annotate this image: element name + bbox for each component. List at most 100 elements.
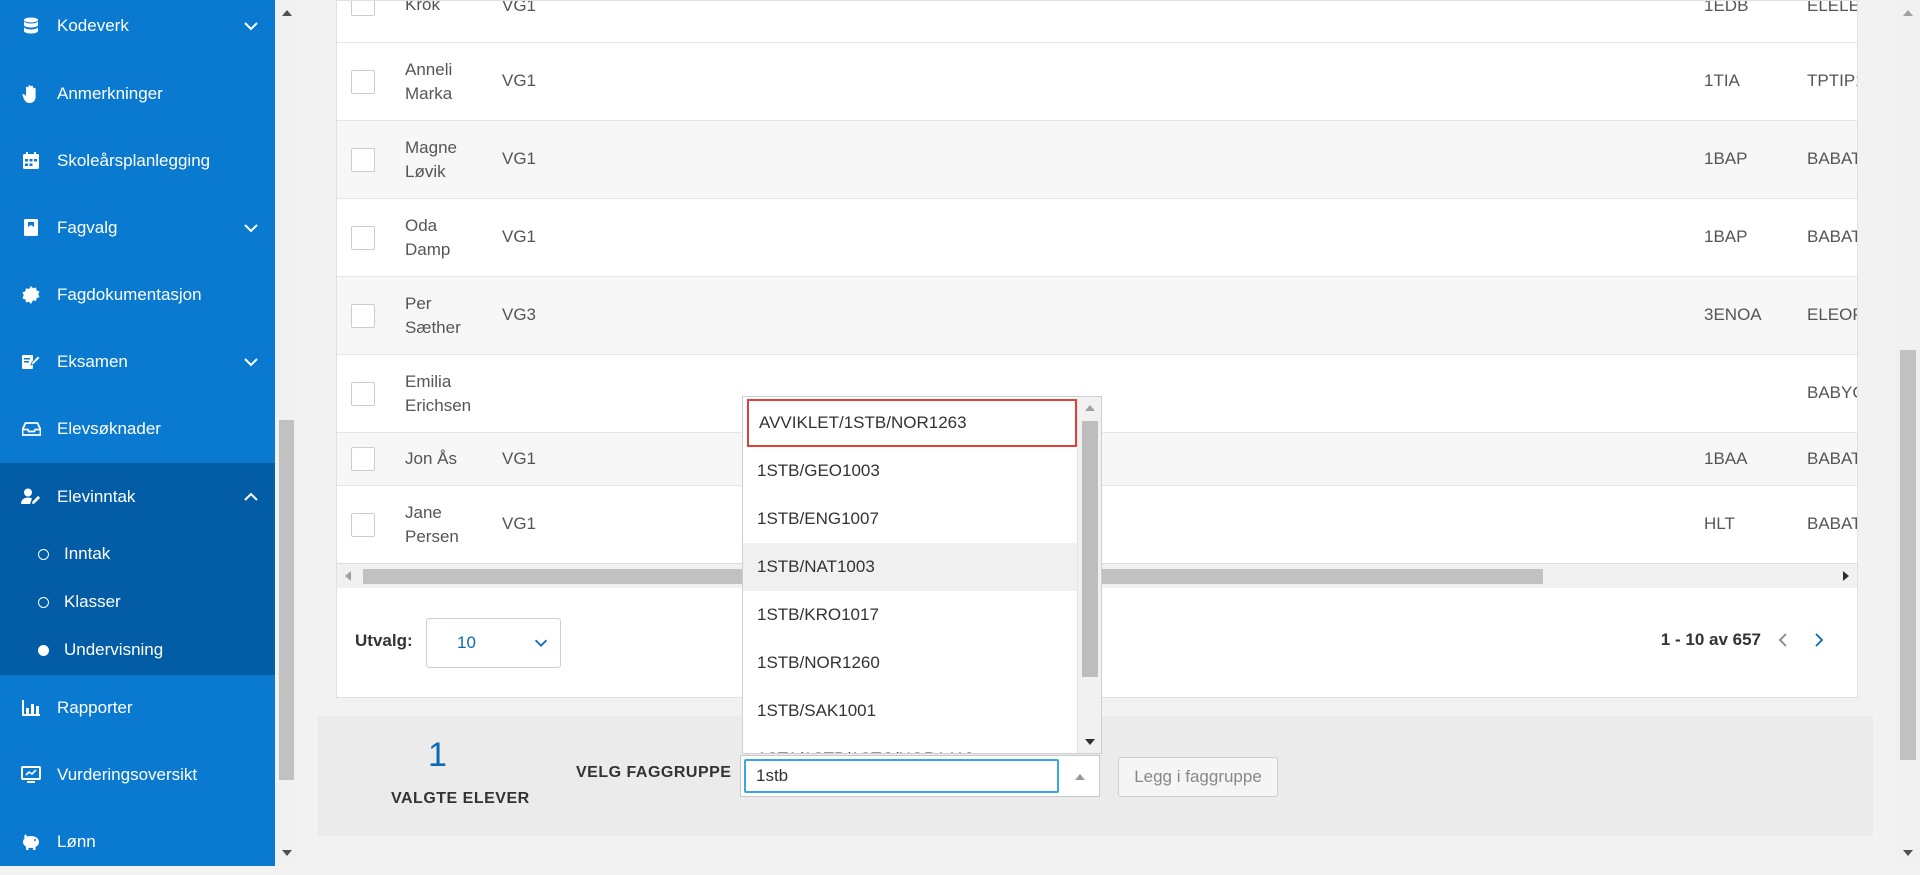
student-program: BABAT [1807, 514, 1858, 533]
dropdown-option[interactable]: 1STA/1STB/1STC/NOR1413 [743, 735, 1078, 753]
radio-dot-icon [38, 596, 49, 608]
table-row[interactable]: Krok VG1 1EDB ELELE1 [337, 0, 1857, 43]
radio-dot-filled-icon [38, 644, 49, 656]
dropdown-option[interactable]: 1STB/NAT1003 [743, 543, 1078, 591]
scroll-up-arrow-icon[interactable] [1085, 405, 1095, 411]
dropdown-option[interactable]: 1STB/NOR1260 [743, 639, 1078, 687]
dropdown-option[interactable]: 1STB/KRO1017 [743, 591, 1078, 639]
student-name: Magne Løvik [405, 136, 457, 184]
page-scrollbar[interactable] [1896, 0, 1920, 866]
sidebar-item-label: Anmerkninger [57, 83, 163, 103]
sidebar-item-vurderingsoversikt[interactable]: Vurderingsoversikt [0, 741, 275, 808]
chevron-down-icon [534, 639, 548, 647]
student-name: Anneli Marka [405, 58, 452, 106]
student-name: Emilia Erichsen [405, 370, 471, 418]
scroll-down-arrow-icon[interactable] [282, 850, 292, 856]
hand-icon [20, 83, 42, 105]
sidebar-item-label: Lønn [57, 831, 96, 851]
row-checkbox[interactable] [351, 382, 375, 406]
sidebar-subitem-label: Inntak [64, 544, 111, 563]
bar-chart-icon [20, 697, 42, 719]
next-page-button[interactable] [1805, 628, 1833, 652]
sidebar-item-fagdokumentasjon[interactable]: Fagdokumentasjon [0, 261, 275, 328]
dropdown-option[interactable]: 1STB/GEO1003 [743, 447, 1078, 495]
selected-count-label: VALGTE ELEVER [391, 790, 530, 807]
sidebar-item-skolearsplanlegging[interactable]: Skoleårsplanlegging [0, 127, 275, 194]
row-checkbox[interactable] [351, 513, 375, 537]
table-row[interactable]: Oda Damp VG1 1BAP BABAT [337, 199, 1858, 277]
dropdown-scrollbar[interactable] [1077, 397, 1101, 753]
dropdown-option[interactable]: AVVIKLET/1STB/NOR1263 [747, 399, 1077, 447]
group-search-input[interactable]: 1stb [744, 759, 1059, 793]
student-class: 1BAA [1704, 449, 1748, 468]
scroll-down-arrow-icon[interactable] [1903, 850, 1913, 856]
scroll-right-arrow-icon[interactable] [1843, 571, 1849, 581]
sidebar-item-eksamen[interactable]: Eksamen [0, 328, 275, 395]
previous-page-button[interactable] [1769, 628, 1797, 652]
student-class: 1EDB [1704, 0, 1749, 15]
caret-up-icon[interactable] [1075, 774, 1085, 780]
row-checkbox[interactable] [351, 304, 375, 328]
row-checkbox[interactable] [351, 447, 375, 471]
page-size-value: 10 [457, 633, 476, 652]
calendar-icon [20, 150, 42, 172]
student-program: ELELE1 [1807, 0, 1857, 15]
row-checkbox[interactable] [351, 226, 375, 250]
table-row[interactable]: Magne Løvik VG1 1BAP BABAT [337, 121, 1858, 199]
page-size-select[interactable]: 10 [426, 618, 561, 668]
student-level: VG1 [502, 227, 537, 246]
student-program: BABAT [1807, 449, 1858, 468]
sidebar-item-lonn[interactable]: Lønn [0, 808, 275, 875]
scroll-left-arrow-icon[interactable] [345, 571, 351, 581]
sidebar-item-fagvalg[interactable]: Fagvalg [0, 194, 275, 261]
add-to-group-button[interactable]: Legg i faggruppe [1118, 757, 1278, 797]
table-row[interactable]: Per Sæther VG3 3ENOA ELEOP [337, 277, 1857, 355]
student-first-name: Jane [405, 503, 442, 522]
edit-icon [20, 351, 42, 373]
sidebar-scrollbar[interactable] [275, 0, 298, 866]
sidebar-item-label: Fagvalg [57, 217, 118, 237]
student-last-name: Krok [405, 0, 440, 14]
student-last-name: Persen [405, 527, 459, 546]
scroll-down-arrow-icon[interactable] [1085, 739, 1095, 745]
student-program: BABAT [1807, 149, 1858, 168]
student-program: BABAT [1807, 227, 1858, 246]
chevron-up-icon [244, 492, 258, 501]
scrollbar-thumb[interactable] [1082, 421, 1098, 677]
selected-count: 1 [428, 736, 447, 774]
page-size-label: Utvalg: [355, 631, 413, 650]
table-row[interactable]: Anneli Marka VG1 1TIA TPTIP1 [337, 43, 1857, 121]
sidebar-item-kodeverk[interactable]: Kodeverk [0, 0, 275, 59]
student-level: VG1 [502, 149, 537, 168]
row-checkbox[interactable] [351, 70, 375, 94]
scrollbar-thumb[interactable] [279, 420, 294, 780]
student-first-name: Anneli [405, 60, 453, 79]
sidebar-subitem-inntak[interactable]: Inntak [0, 530, 275, 578]
sidebar-item-label: Elevsøknader [57, 418, 161, 438]
student-class: 1BAP [1704, 227, 1748, 246]
sidebar-subitem-undervisning[interactable]: Undervisning [0, 626, 275, 674]
group-combobox[interactable]: 1stb [740, 755, 1100, 797]
student-last-name: Løvik [405, 162, 446, 181]
student-level: VG1 [502, 71, 537, 90]
sidebar-item-elevsoknader[interactable]: Elevsøknader [0, 395, 275, 462]
student-first-name: Emilia [405, 372, 452, 391]
sidebar-item-rapporter[interactable]: Rapporter [0, 674, 275, 741]
sidebar-item-label: Eksamen [57, 351, 128, 371]
dropdown-option[interactable]: 1STB/ENG1007 [743, 495, 1078, 543]
sidebar-item-anmerkninger[interactable]: Anmerkninger [0, 60, 275, 127]
student-name: Oda Damp [405, 214, 450, 262]
scroll-up-arrow-icon[interactable] [282, 10, 292, 16]
row-checkbox[interactable] [351, 1, 375, 16]
sidebar-subitem-klasser[interactable]: Klasser [0, 578, 275, 626]
sidebar-item-label: Fagdokumentasjon [57, 284, 202, 304]
student-program: ELEOP [1807, 305, 1857, 324]
student-first-name: Jon Ås [405, 449, 457, 468]
row-checkbox[interactable] [351, 148, 375, 172]
dropdown-option[interactable]: 1STB/SAK1001 [743, 687, 1078, 735]
chevron-right-icon [1815, 633, 1824, 647]
chevron-left-icon [1778, 633, 1787, 647]
sidebar-item-elevinntak[interactable]: Elevinntak [0, 463, 275, 530]
scrollbar-thumb[interactable] [1900, 350, 1916, 760]
scroll-up-arrow-icon[interactable] [1903, 10, 1913, 16]
